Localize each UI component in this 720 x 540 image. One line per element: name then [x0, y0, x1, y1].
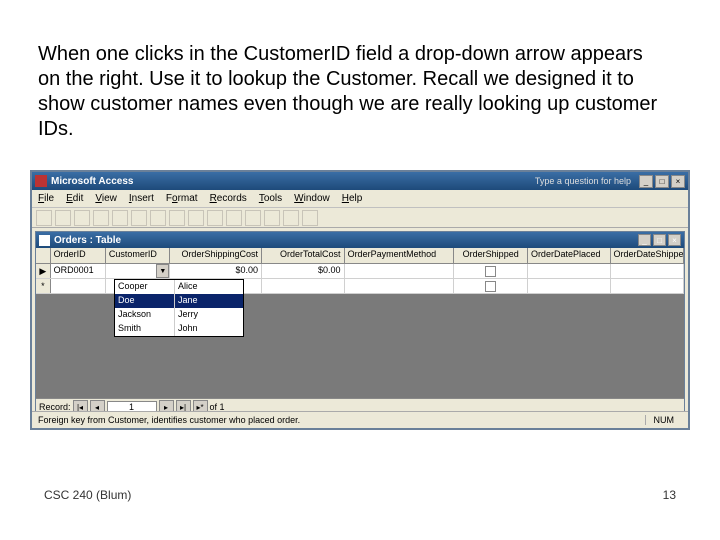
cell-dateshipped[interactable]: [611, 264, 684, 278]
option-lastname: Smith: [115, 322, 175, 336]
menu-insert[interactable]: Insert: [129, 193, 154, 204]
status-message: Foreign key from Customer, identifies cu…: [38, 415, 645, 425]
table-icon: [39, 235, 50, 246]
checkbox-icon[interactable]: [485, 281, 496, 292]
customerid-dropdown-list[interactable]: Cooper Alice Doe Jane Jackson Jerry Smit…: [114, 279, 244, 337]
row-selector[interactable]: ▶: [36, 264, 51, 278]
cell-orderid[interactable]: ORD0001: [51, 264, 106, 278]
menu-view[interactable]: View: [95, 193, 117, 204]
checkbox-icon[interactable]: [485, 266, 496, 277]
dropdown-option[interactable]: Cooper Alice: [115, 280, 243, 294]
access-window: Microsoft Access Type a question for hel…: [30, 170, 690, 430]
cell-dateshipped[interactable]: [611, 279, 684, 293]
cell-shipped[interactable]: [454, 279, 527, 293]
status-bar: Foreign key from Customer, identifies cu…: [32, 411, 688, 428]
toolbar-button[interactable]: [131, 210, 147, 226]
menu-file[interactable]: File: [38, 193, 54, 204]
col-customerid[interactable]: CustomerID: [106, 248, 170, 263]
slide-number: 13: [663, 488, 676, 502]
slide-body-text: When one clicks in the CustomerID field …: [38, 42, 668, 142]
col-paymentmethod[interactable]: OrderPaymentMethod: [345, 248, 455, 263]
toolbar-button[interactable]: [74, 210, 90, 226]
slide-footer-left: CSC 240 (Blum): [44, 488, 131, 502]
cell-totalcost[interactable]: [262, 279, 345, 293]
toolbar-button[interactable]: [283, 210, 299, 226]
option-firstname: Jane: [175, 294, 243, 308]
cell-paymentmethod[interactable]: [345, 279, 455, 293]
dropdown-option[interactable]: Smith John: [115, 322, 243, 336]
maximize-button[interactable]: □: [655, 175, 669, 188]
toolbar-button[interactable]: [245, 210, 261, 226]
toolbar-button[interactable]: [302, 210, 318, 226]
app-titlebar: Microsoft Access Type a question for hel…: [32, 172, 688, 190]
cell-customerid[interactable]: ▼: [106, 264, 170, 278]
cell-orderid[interactable]: [51, 279, 106, 293]
toolbar-button[interactable]: [36, 210, 52, 226]
menu-window[interactable]: Window: [294, 193, 330, 204]
menu-format[interactable]: Format: [166, 193, 198, 204]
dropdown-option-selected[interactable]: Doe Jane: [115, 294, 243, 308]
app-title: Microsoft Access: [51, 176, 535, 187]
dropdown-arrow-icon[interactable]: ▼: [156, 264, 169, 278]
row-selector-header[interactable]: [36, 248, 51, 263]
option-firstname: Alice: [175, 280, 243, 294]
minimize-button[interactable]: _: [639, 175, 653, 188]
table-window: Orders : Table _ □ × OrderID CustomerID …: [35, 231, 685, 416]
dropdown-option[interactable]: Jackson Jerry: [115, 308, 243, 322]
col-totalcost[interactable]: OrderTotalCost: [262, 248, 345, 263]
toolbar-button[interactable]: [226, 210, 242, 226]
toolbar-button[interactable]: [55, 210, 71, 226]
grid-header-row: OrderID CustomerID OrderShippingCost Ord…: [36, 248, 684, 264]
table-row: ▶ ORD0001 ▼ $0.00 $0.00: [36, 264, 684, 279]
col-shippingcost[interactable]: OrderShippingCost: [170, 248, 262, 263]
row-selector-new[interactable]: *: [36, 279, 51, 293]
toolbar-button[interactable]: [93, 210, 109, 226]
col-dateshipped[interactable]: OrderDateShipped: [611, 248, 684, 263]
col-dateplaced[interactable]: OrderDatePlaced: [528, 248, 611, 263]
toolbar-button[interactable]: [150, 210, 166, 226]
option-lastname: Cooper: [115, 280, 175, 294]
close-button[interactable]: ×: [671, 175, 685, 188]
doc-minimize-button[interactable]: _: [638, 234, 651, 246]
access-app-icon: [35, 175, 47, 187]
option-firstname: Jerry: [175, 308, 243, 322]
option-firstname: John: [175, 322, 243, 336]
doc-maximize-button[interactable]: □: [653, 234, 666, 246]
help-hint[interactable]: Type a question for help: [535, 176, 631, 186]
status-num-indicator: NUM: [645, 415, 683, 425]
cell-shippingcost[interactable]: $0.00: [170, 264, 262, 278]
col-orderid[interactable]: OrderID: [51, 248, 106, 263]
toolbar: [32, 208, 688, 228]
option-lastname: Doe: [115, 294, 175, 308]
menu-help[interactable]: Help: [342, 193, 363, 204]
toolbar-button[interactable]: [188, 210, 204, 226]
option-lastname: Jackson: [115, 308, 175, 322]
table-title: Orders : Table: [54, 235, 636, 246]
toolbar-button[interactable]: [207, 210, 223, 226]
cell-dateplaced[interactable]: [528, 264, 611, 278]
toolbar-button[interactable]: [169, 210, 185, 226]
cell-paymentmethod[interactable]: [345, 264, 455, 278]
cell-shipped[interactable]: [454, 264, 527, 278]
col-shipped[interactable]: OrderShipped: [454, 248, 527, 263]
table-titlebar: Orders : Table _ □ ×: [36, 232, 684, 248]
cell-totalcost[interactable]: $0.00: [262, 264, 345, 278]
cell-dateplaced[interactable]: [528, 279, 611, 293]
toolbar-button[interactable]: [264, 210, 280, 226]
doc-close-button[interactable]: ×: [668, 234, 681, 246]
toolbar-button[interactable]: [112, 210, 128, 226]
menu-edit[interactable]: Edit: [66, 193, 83, 204]
menu-bar: File Edit View Insert Format Records Too…: [32, 190, 688, 208]
menu-tools[interactable]: Tools: [259, 193, 282, 204]
menu-records[interactable]: Records: [210, 193, 247, 204]
